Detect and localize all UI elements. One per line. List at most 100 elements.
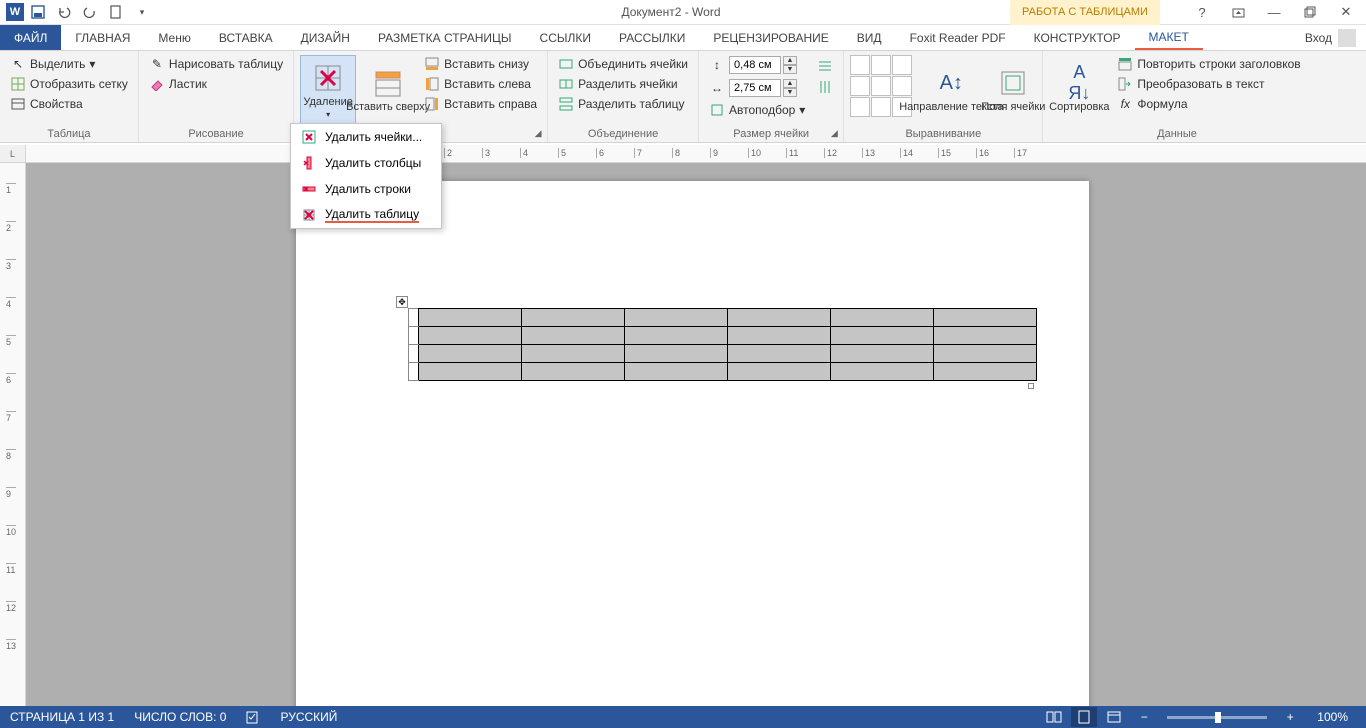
read-mode-button[interactable] [1041, 707, 1067, 727]
group-label-align: Выравнивание [850, 126, 1036, 142]
split-table-button[interactable]: Разделить таблицу [554, 95, 692, 113]
print-layout-button[interactable] [1071, 707, 1097, 727]
insert-right-icon [424, 96, 440, 112]
tab-review[interactable]: РЕЦЕНЗИРОВАНИЕ [699, 25, 842, 50]
avatar-icon [1338, 29, 1356, 47]
save-button[interactable] [26, 1, 50, 23]
tab-table-layout[interactable]: МАКЕТ [1135, 25, 1203, 50]
horizontal-ruler[interactable]: 1234567891011121314151617 [26, 145, 1366, 163]
split-cells-icon [558, 76, 574, 92]
tab-file[interactable]: ФАЙЛ [0, 25, 61, 50]
view-gridlines-button[interactable]: Отобразить сетку [6, 75, 132, 93]
insert-below-button[interactable]: Вставить снизу [420, 55, 541, 73]
delete-cells-item[interactable]: Удалить ячейки... [291, 124, 441, 150]
repeat-header-rows-button[interactable]: Повторить строки заголовков [1113, 55, 1304, 73]
delete-button[interactable]: Удаление ▾ [300, 55, 356, 125]
cell-margins-button[interactable]: Поля ячейки [990, 55, 1036, 125]
zoom-slider-thumb[interactable] [1215, 712, 1221, 723]
vertical-ruler[interactable]: 12345678910111213 [0, 163, 26, 706]
formula-button[interactable]: fxФормула [1113, 95, 1304, 113]
tab-menu[interactable]: Меню [144, 25, 204, 50]
web-layout-button[interactable] [1101, 707, 1127, 727]
align-bc[interactable] [871, 97, 891, 117]
width-up[interactable]: ▲ [783, 79, 797, 88]
align-tc[interactable] [871, 55, 891, 75]
tab-foxit[interactable]: Foxit Reader PDF [896, 25, 1020, 50]
autofit-button[interactable]: Автоподбор ▾ [705, 101, 809, 119]
page-status[interactable]: СТРАНИЦА 1 ИЗ 1 [0, 710, 124, 724]
eraser-button[interactable]: Ластик [145, 75, 287, 93]
tab-design[interactable]: ДИЗАЙН [287, 25, 364, 50]
eraser-icon [149, 76, 165, 92]
tab-references[interactable]: ССЫЛКИ [526, 25, 605, 50]
table-row [409, 327, 1037, 345]
zoom-in-button[interactable]: + [1277, 707, 1303, 727]
text-direction-button[interactable]: A↕Направление текста [916, 55, 986, 125]
align-tl[interactable] [850, 55, 870, 75]
language-status[interactable]: РУССКИЙ [270, 710, 347, 724]
tab-insert[interactable]: ВСТАВКА [205, 25, 287, 50]
word-count-status[interactable]: ЧИСЛО СЛОВ: 0 [124, 710, 236, 724]
zoom-slider[interactable] [1167, 716, 1267, 719]
insert-right-button[interactable]: Вставить справа [420, 95, 541, 113]
tab-home[interactable]: ГЛАВНАЯ [61, 25, 144, 50]
redo-button[interactable] [78, 1, 102, 23]
insert-above-button[interactable]: Вставить сверху [360, 55, 416, 125]
sort-button[interactable]: AЯ↓Сортировка [1049, 55, 1109, 125]
table-tools-label: РАБОТА С ТАБЛИЦАМИ [1010, 0, 1160, 25]
width-down[interactable]: ▼ [783, 88, 797, 97]
minimize-button[interactable]: — [1260, 1, 1288, 23]
row-height-input[interactable] [729, 56, 781, 74]
tab-page-layout[interactable]: РАЗМЕТКА СТРАНИЦЫ [364, 25, 526, 50]
word-app-icon: W [6, 3, 24, 21]
cellsize-dialog-launcher[interactable]: ◢ [827, 126, 841, 140]
zoom-out-button[interactable]: − [1131, 707, 1157, 727]
split-cells-button[interactable]: Разделить ячейки [554, 75, 692, 93]
help-button[interactable]: ? [1188, 1, 1216, 23]
distribute-rows-icon [817, 58, 833, 74]
delete-rows-item[interactable]: Удалить строки [291, 176, 441, 202]
zoom-percent[interactable]: 100% [1307, 710, 1358, 724]
document-table[interactable] [408, 308, 1037, 381]
tab-mailings[interactable]: РАССЫЛКИ [605, 25, 699, 50]
rowscols-dialog-launcher[interactable]: ◢ [531, 126, 545, 140]
align-tr[interactable] [892, 55, 912, 75]
align-bl[interactable] [850, 97, 870, 117]
col-width-field[interactable]: ↔ ▲▼ [705, 78, 809, 98]
convert-to-text-button[interactable]: Преобразовать в текст [1113, 75, 1304, 93]
ribbon-display-button[interactable] [1224, 1, 1252, 23]
qat-customize-button[interactable]: ▾ [130, 1, 154, 23]
new-document-button[interactable] [104, 1, 128, 23]
insert-left-button[interactable]: Вставить слева [420, 75, 541, 93]
height-up[interactable]: ▲ [783, 56, 797, 65]
sign-in-button[interactable]: Вход [1295, 25, 1366, 50]
draw-table-button[interactable]: ✎Нарисовать таблицу [145, 55, 287, 73]
undo-button[interactable] [52, 1, 76, 23]
width-icon: ↔ [709, 80, 725, 96]
align-mr[interactable] [892, 76, 912, 96]
col-width-input[interactable] [729, 79, 781, 97]
document-area[interactable]: ✥ [26, 163, 1366, 706]
table-move-handle[interactable]: ✥ [396, 296, 408, 308]
table-row [409, 345, 1037, 363]
close-button[interactable]: ✕ [1332, 1, 1360, 23]
tab-table-design[interactable]: КОНСТРУКТОР [1020, 25, 1135, 50]
row-height-field[interactable]: ↕▲▼ [705, 55, 809, 75]
delete-columns-item[interactable]: Удалить столбцы [291, 150, 441, 176]
tab-view[interactable]: ВИД [843, 25, 896, 50]
align-ml[interactable] [850, 76, 870, 96]
restore-button[interactable] [1296, 1, 1324, 23]
select-button[interactable]: ↖Выделить ▾ [6, 55, 132, 73]
spelling-status[interactable] [236, 710, 270, 724]
properties-button[interactable]: Свойства [6, 95, 132, 113]
delete-columns-icon [301, 155, 317, 171]
distribute-columns-button[interactable] [813, 78, 837, 96]
table-resize-handle[interactable] [1028, 383, 1034, 389]
align-mc[interactable] [871, 76, 891, 96]
height-down[interactable]: ▼ [783, 65, 797, 74]
merge-cells-button[interactable]: Объединить ячейки [554, 55, 692, 73]
delete-table-item[interactable]: Удалить таблицу [291, 202, 441, 228]
distribute-rows-button[interactable] [813, 57, 837, 75]
document-page[interactable]: ✥ [296, 181, 1089, 706]
group-label-merge: Объединение [554, 126, 692, 142]
